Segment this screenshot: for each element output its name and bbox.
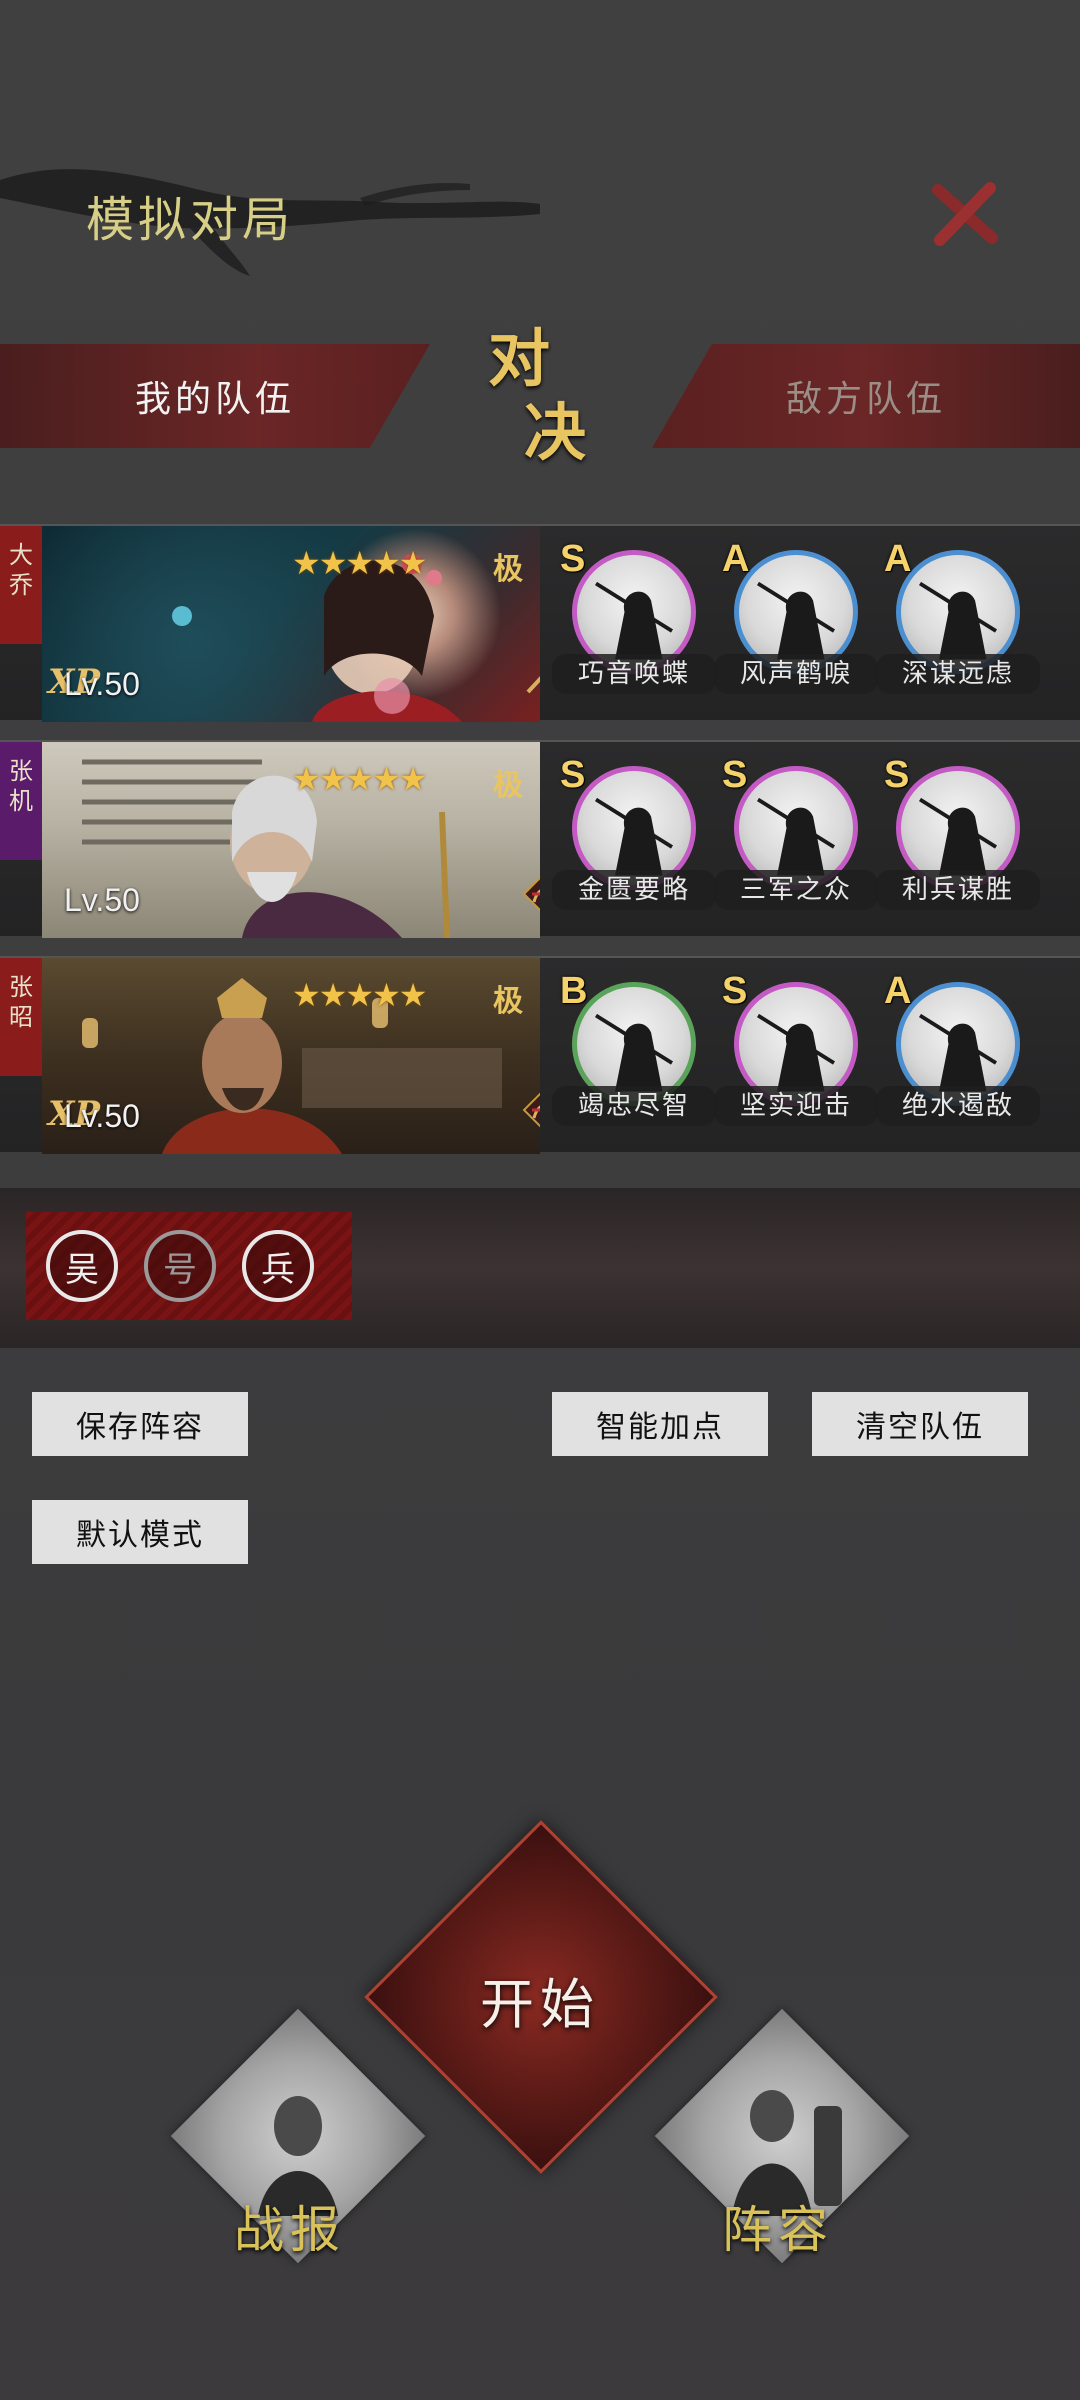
skill-name: 绝水遏敌 [876, 1086, 1040, 1126]
rank-badge: 极 [482, 540, 534, 592]
rank-badge: 极 [482, 972, 534, 1024]
skill-slot[interactable]: S 坚实迎击 [714, 970, 878, 1150]
general-name: 张昭 [0, 958, 42, 1076]
lineup-label: 阵容 [722, 2201, 834, 2259]
general-portrait[interactable]: ★★★★★ 极 XP Lv.50 3 [42, 526, 540, 722]
skill-slot[interactable]: B 竭忠尽智 [552, 970, 716, 1150]
tab-my-team-label: 我的队伍 [134, 379, 295, 420]
skill-grade: B [560, 970, 588, 1012]
start-label: 开始 [480, 1973, 600, 2036]
team-row-1[interactable]: 大乔 ★★★★★ 极 XP Lv.50 3 S 巧音唤蝶 [0, 524, 1080, 722]
general-portrait[interactable]: ★★★★★ 极 XP Lv.50 3 [42, 958, 540, 1154]
page-title: 模拟对局 [86, 192, 295, 248]
skill-slot[interactable]: A 绝水遏敌 [876, 970, 1040, 1150]
general-name-text: 张机 [9, 757, 33, 815]
skill-grade: S [560, 754, 586, 796]
skill-list: S 金匮要略 S 三军之众 S 利兵谋胜 [552, 754, 1056, 934]
spear-unit-icon [526, 676, 540, 694]
bow-unit-icon [522, 876, 540, 912]
skill-grade: S [560, 538, 586, 580]
trait-faction[interactable]: 吴 [46, 1230, 118, 1302]
skill-slot[interactable]: S 巧音唤蝶 [552, 538, 716, 718]
skill-name: 坚实迎击 [714, 1086, 878, 1126]
general-name-text: 张昭 [9, 973, 33, 1031]
skill-name: 金匮要略 [552, 870, 716, 910]
general-level: Lv.50 [64, 1098, 140, 1134]
versus-bottom-char: 决 [524, 396, 587, 469]
skill-grade: A [884, 970, 912, 1012]
skill-name: 竭忠尽智 [552, 1086, 716, 1126]
skill-list: B 竭忠尽智 S 坚实迎击 A 绝水遏敌 [552, 970, 1056, 1150]
versus-top-char: 对 [488, 322, 551, 395]
star-rating: ★★★★★ [292, 976, 427, 1014]
trait-troop[interactable]: 兵 [242, 1230, 314, 1302]
general-level: Lv.50 [64, 666, 140, 702]
versus-emblem: 对 决 [488, 322, 598, 482]
team-traits[interactable]: 吴 号 兵 [26, 1212, 352, 1320]
default-mode-button[interactable]: 默认模式 [32, 1500, 248, 1564]
battle-report-label: 战报 [234, 2201, 346, 2259]
tab-enemy-team[interactable]: 敌方队伍 [652, 344, 1080, 448]
skill-grade: S [722, 754, 748, 796]
skill-name: 风声鹤唳 [714, 654, 878, 694]
skill-slot[interactable]: S 金匮要略 [552, 754, 716, 934]
star-rating: ★★★★★ [292, 760, 427, 798]
save-lineup-button[interactable]: 保存阵容 [32, 1392, 248, 1456]
skill-name: 深谋远虑 [876, 654, 1040, 694]
rank-badge: 极 [482, 756, 534, 808]
skill-grade: S [884, 754, 910, 796]
general-portrait[interactable]: ★★★★★ 极 Lv.50 3 [42, 742, 540, 938]
skill-list: S 巧音唤蝶 A 风声鹤唳 A 深谋远虑 [552, 538, 1056, 718]
general-level: Lv.50 [64, 882, 140, 918]
team-row-2[interactable]: 张机 ★★★★★ 极 Lv.50 3 S [0, 740, 1080, 938]
general-name: 大乔 [0, 526, 42, 644]
skill-slot[interactable]: S 利兵谋胜 [876, 754, 1040, 934]
skill-slot[interactable]: A 深谋远虑 [876, 538, 1040, 718]
close-icon[interactable] [930, 180, 1000, 250]
team-row-3[interactable]: 张昭 ★★★★★ 极 XP Lv.50 3 B 竭忠尽智 [0, 956, 1080, 1154]
clear-team-button[interactable]: 清空队伍 [812, 1392, 1028, 1456]
tab-enemy-team-label: 敌方队伍 [785, 379, 946, 420]
smart-allocate-button[interactable]: 智能加点 [552, 1392, 768, 1456]
skill-name: 利兵谋胜 [876, 870, 1040, 910]
general-name-text: 大乔 [9, 541, 33, 599]
skill-slot[interactable]: A 风声鹤唳 [714, 538, 878, 718]
bow-unit-icon [522, 1092, 540, 1128]
skill-grade: A [884, 538, 912, 580]
skill-grade: A [722, 538, 750, 580]
general-name: 张机 [0, 742, 42, 860]
trait-title[interactable]: 号 [144, 1230, 216, 1302]
skill-name: 巧音唤蝶 [552, 654, 716, 694]
star-rating: ★★★★★ [292, 544, 427, 582]
skill-grade: S [722, 970, 748, 1012]
skill-slot[interactable]: S 三军之众 [714, 754, 878, 934]
tab-my-team[interactable]: 我的队伍 [0, 344, 430, 448]
skill-name: 三军之众 [714, 870, 878, 910]
